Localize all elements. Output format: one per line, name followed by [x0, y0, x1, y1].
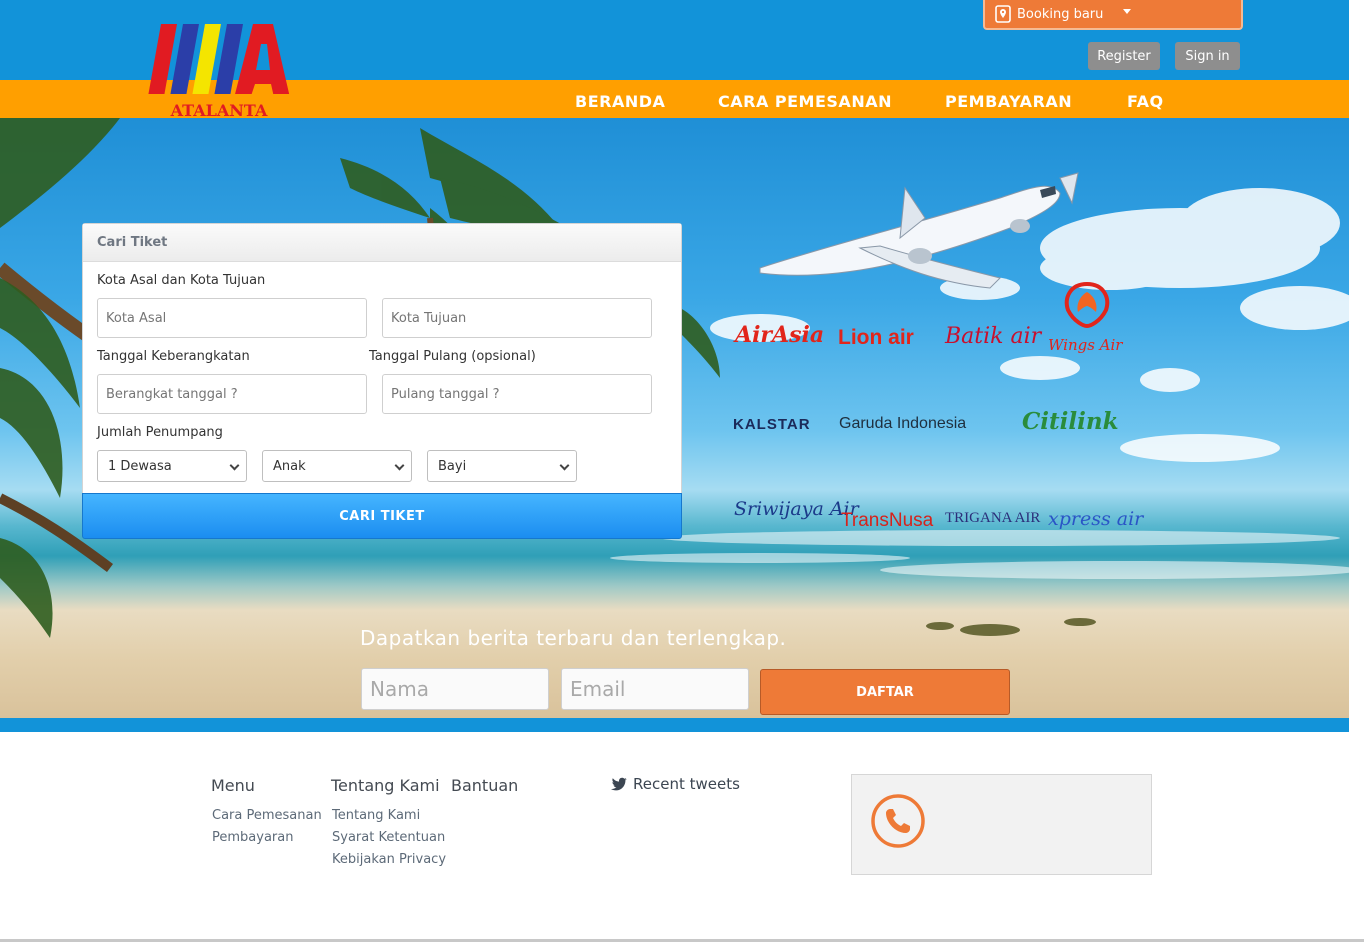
hero-bottom-strip [0, 718, 1349, 732]
return-date-label: Tanggal Pulang (opsional) [369, 349, 536, 364]
footer-link-kebijakan-privacy[interactable]: Kebijakan Privacy [332, 852, 446, 867]
atalanta-logo[interactable]: ATALANTA [143, 22, 295, 118]
child-select-value: Anak [273, 458, 306, 474]
chevron-down-icon [559, 460, 570, 471]
adult-select[interactable]: 1 Dewasa [97, 450, 247, 482]
recent-tweets-label: Recent tweets [633, 775, 740, 793]
origin-city-input[interactable] [97, 298, 367, 338]
search-ticket-button[interactable]: CARI TIKET [82, 493, 682, 539]
newsletter-name-input[interactable]: Nama [361, 668, 549, 710]
footer-menu-title: Menu [211, 776, 255, 795]
nav-item-pembayaran[interactable]: PEMBAYARAN [945, 92, 1072, 111]
chevron-down-icon [1123, 9, 1131, 14]
booking-label: Booking baru [1017, 6, 1104, 22]
airline-logo-sriwijaya: Sriwijaya Air [734, 498, 859, 520]
passenger-label: Jumlah Penumpang [97, 425, 223, 440]
footer-link-pembayaran[interactable]: Pembayaran [212, 830, 293, 845]
return-date-input[interactable] [382, 374, 652, 414]
footer-link-syarat-ketentuan[interactable]: Syarat Ketentuan [332, 830, 445, 845]
search-panel-title: Cari Tiket [83, 224, 681, 262]
newsletter-email-input[interactable]: Email [561, 668, 749, 710]
depart-date-input[interactable] [97, 374, 367, 414]
map-pin-icon [995, 5, 1011, 23]
footer-link-cara-pemesanan[interactable]: Cara Pemesanan [212, 808, 322, 823]
airline-logo-xpress-air: xpress air [1048, 508, 1144, 530]
airline-logo-trigana: TRIGANA AIR [945, 510, 1041, 526]
search-panel: Cari Tiket Kota Asal dan Kota Tujuan Tan… [82, 223, 682, 539]
airline-logo-transnusa: TransNusa [841, 510, 934, 531]
brand-name: ATALANTA [170, 101, 268, 118]
airline-logo-garuda: Garuda Indonesia [839, 415, 967, 432]
footer-about-title: Tentang Kami [331, 776, 440, 795]
airplane-graphic [759, 172, 1079, 289]
chevron-down-icon [394, 460, 405, 471]
airline-logo-batik-air: Batik air [945, 324, 1042, 349]
booking-dropdown[interactable]: Booking baru [983, 0, 1243, 30]
footer-help-title: Bantuan [451, 776, 519, 795]
footer-link-tentang-kami[interactable]: Tentang Kami [332, 808, 420, 823]
register-button[interactable]: Register [1088, 42, 1160, 70]
airline-logo-kalstar: KALSTAR [733, 416, 811, 433]
airline-logo-airasia: AirAsia [735, 322, 825, 348]
recent-tweets-heading: Recent tweets [611, 775, 740, 793]
newsletter-submit-button[interactable]: DAFTAR [760, 669, 1010, 715]
logo-graphic: ATALANTA [145, 24, 291, 118]
child-select[interactable]: Anak [262, 450, 412, 482]
route-label: Kota Asal dan Kota Tujuan [97, 273, 266, 288]
infant-select-value: Bayi [438, 458, 467, 474]
waves [610, 530, 1349, 579]
page: ATALANTA Booking baru Register Sign in B… [0, 0, 1364, 942]
airline-logo-citilink: Citilink [1022, 408, 1119, 435]
phone-icon [871, 794, 925, 848]
signin-button[interactable]: Sign in [1175, 42, 1240, 70]
newsletter-title: Dapatkan berita terbaru dan terlengkap. [360, 626, 787, 650]
nav-item-faq[interactable]: FAQ [1127, 92, 1164, 111]
twitter-bird-icon [611, 777, 627, 791]
nav-item-cara-pemesanan[interactable]: CARA PEMESANAN [718, 92, 892, 111]
depart-date-label: Tanggal Keberangkatan [97, 349, 250, 364]
infant-select[interactable]: Bayi [427, 450, 577, 482]
rocks [926, 618, 1096, 636]
airline-logo-wings-air: Wings Air [1048, 336, 1123, 354]
adult-select-value: 1 Dewasa [108, 458, 172, 474]
nav-item-beranda[interactable]: BERANDA [575, 92, 665, 111]
destination-city-input[interactable] [382, 298, 652, 338]
chevron-down-icon [229, 460, 240, 471]
contact-box [851, 774, 1152, 875]
airline-logo-lion-air: Lion air [838, 326, 914, 349]
wings-air-emblem-icon [1060, 278, 1114, 332]
